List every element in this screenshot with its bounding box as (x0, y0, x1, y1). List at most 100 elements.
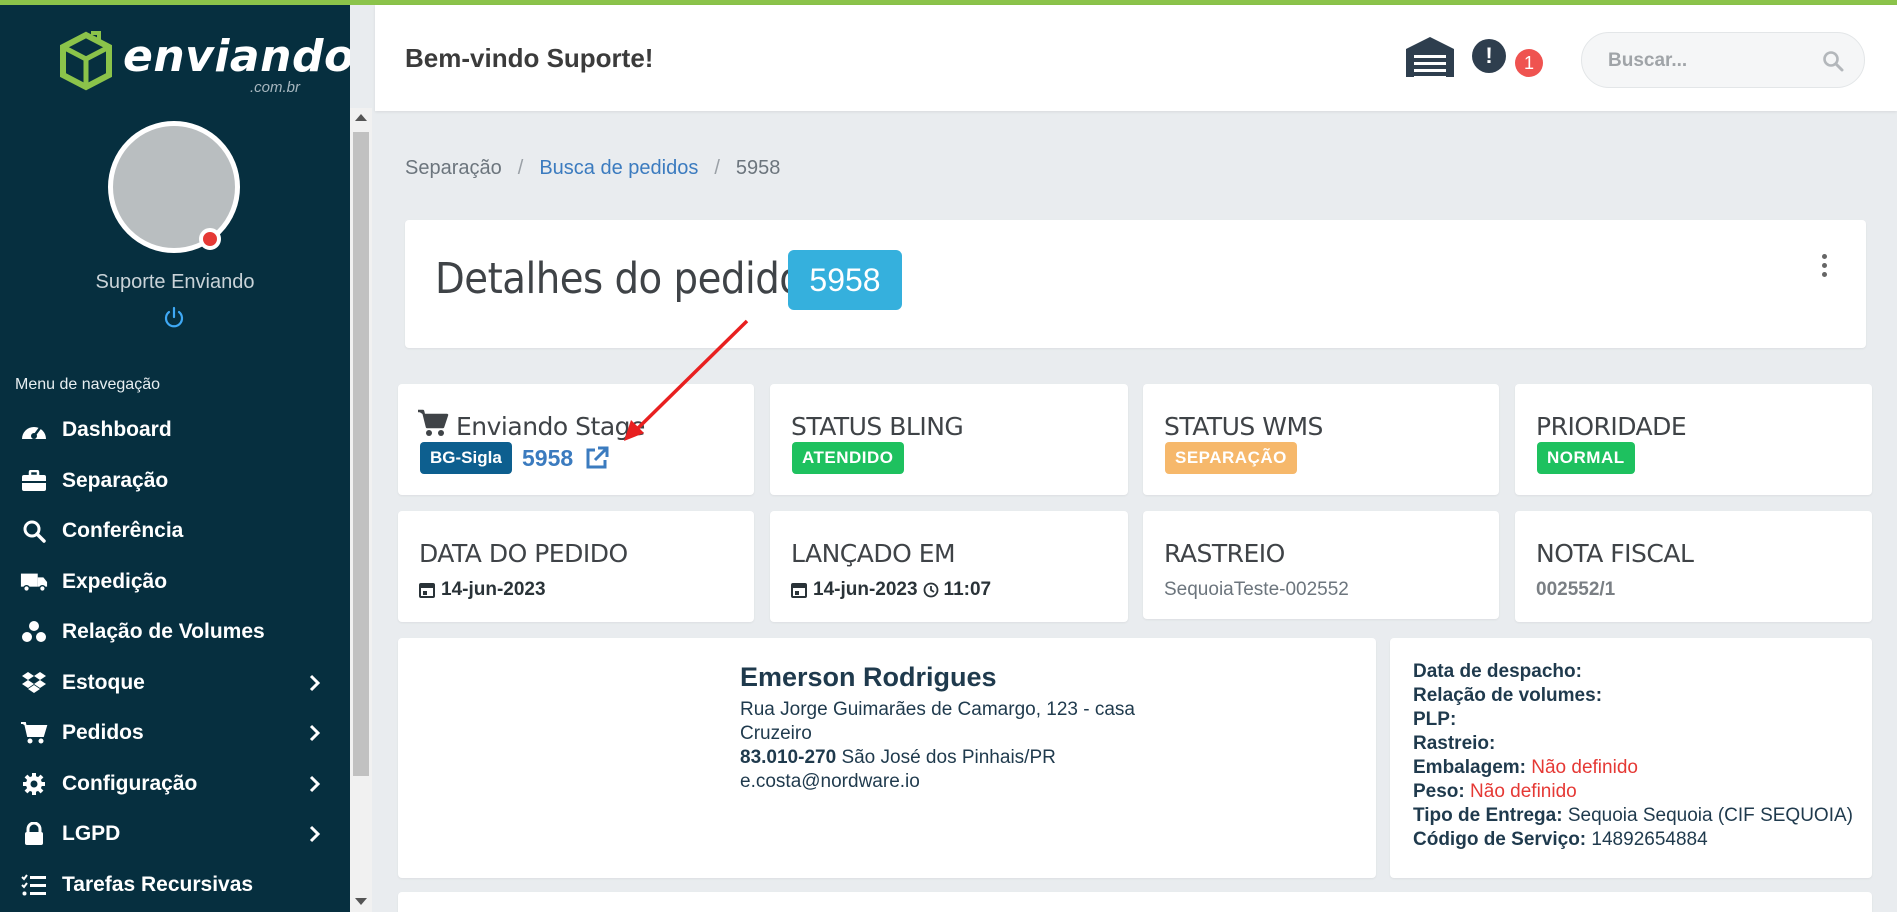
prioridade-badge: NORMAL (1537, 442, 1635, 474)
sidebar-item-label: Dashboard (62, 418, 172, 442)
customer-address-card: Emerson Rodrigues Rua Jorge Guimarães de… (398, 638, 1376, 878)
store-sigla-badge: BG-Sigla (420, 442, 512, 474)
sidebar-item-lgpd[interactable]: LGPD (0, 809, 350, 860)
notification-badge[interactable]: 1 (1515, 49, 1543, 77)
sidebar-item-estoque[interactable]: Estoque (0, 658, 350, 709)
power-icon[interactable] (162, 306, 186, 330)
prioridade-label: PRIORIDADE (1536, 412, 1687, 441)
sidebar-item-pedidos[interactable]: Pedidos (0, 708, 350, 759)
sidebar-item-tarefas-recursivas[interactable]: Tarefas Recursivas (0, 860, 350, 911)
lancado-em-time: 11:07 (943, 579, 992, 600)
sidebar-item-label: Configuração (62, 771, 198, 795)
external-link-icon[interactable] (584, 445, 610, 471)
sidebar-item-label: Separação (62, 468, 169, 492)
lancado-em-label: LANÇADO EM (791, 539, 956, 568)
store-order-link[interactable]: 5958 (522, 442, 573, 474)
next-section-card (398, 892, 1872, 912)
brand-name: enviando (123, 31, 350, 82)
sidebar-item-conferencia[interactable]: Conferência (0, 506, 350, 557)
scroll-up-arrow-icon[interactable] (355, 114, 367, 121)
customer-email: e.costa@nordware.io (740, 771, 920, 792)
status-bling-label: STATUS BLING (791, 412, 964, 441)
nota-fiscal-label: NOTA FISCAL (1536, 539, 1694, 568)
embalagem-value: Não definido (1531, 757, 1638, 778)
warehouse-icon[interactable] (1404, 35, 1456, 79)
rastreio-card: RASTREIO SequoiaTeste-002552 (1143, 511, 1499, 619)
lock-icon (25, 822, 43, 846)
alert-icon[interactable]: ! (1472, 39, 1506, 73)
status-wms-label: STATUS WMS (1164, 412, 1323, 441)
scroll-thumb[interactable] (353, 132, 369, 776)
scroll-down-arrow-icon[interactable] (355, 898, 367, 905)
chevron-right-icon (309, 775, 321, 792)
logo-box-icon (60, 31, 112, 91)
search-input[interactable] (1608, 47, 1808, 75)
sidebar-scrollbar[interactable] (350, 108, 372, 912)
sidebar-item-configuracao[interactable]: Configuração (0, 759, 350, 810)
calendar-icon (791, 583, 807, 598)
list-check-icon (21, 874, 46, 896)
dropbox-icon (22, 671, 46, 693)
sidebar-item-label: Expedição (62, 569, 168, 593)
breadcrumb-item-current: 5958 (735, 157, 781, 179)
breadcrumb-separator: / (517, 157, 524, 179)
sidebar: enviando .com.br Suporte Enviando Menu d… (0, 5, 350, 912)
sidebar-item-separacao[interactable]: Separação (0, 456, 350, 507)
sidebar-item-label: Tarefas Recursivas (62, 872, 254, 896)
embalagem-label: Embalagem: (1413, 757, 1526, 778)
status-bling-card: STATUS BLING ATENDIDO (770, 384, 1128, 495)
store-label: Enviando Stage (456, 412, 645, 441)
customer-address: Emerson Rodrigues Rua Jorge Guimarães de… (740, 662, 1135, 794)
chevron-right-icon (309, 825, 321, 843)
customer-street: Rua Jorge Guimarães de Camargo, 123 - ca… (740, 699, 1135, 720)
customer-name: Emerson Rodrigues (740, 662, 997, 692)
sidebar-item-label: LGPD (62, 822, 121, 846)
rastreio-ship-label: Rastreio: (1413, 733, 1496, 754)
sidebar-item-relacao-volumes[interactable]: Relação de Volumes (0, 607, 350, 658)
peso-label: Peso: (1413, 781, 1465, 802)
calendar-icon (419, 583, 435, 598)
sidebar-item-expedicao[interactable]: Expedição (0, 557, 350, 608)
avatar[interactable] (108, 121, 240, 253)
gauge-icon (22, 427, 46, 440)
despacho-label: Data de despacho: (1413, 661, 1582, 682)
nav-menu: Dashboard Separação Conferência Expediçã… (0, 405, 350, 910)
status-wms-badge: SEPARAÇÃO (1165, 442, 1297, 474)
sidebar-item-label: Relação de Volumes (62, 620, 265, 644)
codigo-servico-label: Código de Serviço: (1413, 829, 1587, 850)
cart-icon (21, 722, 48, 744)
lancado-em-date: 14-jun-2023 (813, 579, 918, 600)
codigo-servico-value: 14892654884 (1591, 829, 1708, 850)
more-options-icon[interactable] (1819, 254, 1829, 282)
top-header: Bem-vindo Suporte! ! 1 (375, 5, 1897, 111)
user-name: Suporte Enviando (95, 271, 255, 293)
status-bling-badge: ATENDIDO (792, 442, 904, 474)
tipo-entrega-label: Tipo de Entrega: (1413, 805, 1563, 826)
store-card: Enviando Stage BG-Sigla 5958 (398, 384, 754, 495)
order-title-card: Detalhes do pedido 5958 (405, 220, 1866, 348)
chevron-right-icon (309, 674, 321, 691)
gear-icon (23, 772, 45, 795)
status-wms-card: STATUS WMS SEPARAÇÃO (1143, 384, 1499, 495)
data-pedido-card: DATA DO PEDIDO 14-jun-2023 (398, 511, 754, 622)
sidebar-item-label: Estoque (62, 670, 145, 694)
nota-fiscal-value: 002552/1 (1536, 579, 1616, 600)
customer-city: São José dos Pinhais/PR (841, 747, 1056, 768)
breadcrumb: Separação / Busca de pedidos / 5958 (405, 157, 780, 180)
sidebar-item-dashboard[interactable]: Dashboard (0, 405, 350, 456)
shipping-info-card: Data de despacho: Relação de volumes: PL… (1390, 638, 1872, 878)
prioridade-card: PRIORIDADE NORMAL (1515, 384, 1872, 495)
tipo-entrega-value: Sequoia Sequoia (CIF SEQUOIA) (1567, 805, 1853, 826)
search-icon[interactable] (1822, 50, 1844, 72)
lancado-em-value: 14-jun-2023 11:07 (791, 579, 991, 601)
customer-zip-city: 83.010-270 São José dos Pinhais/PR (740, 746, 1135, 770)
brand-logo[interactable]: enviando .com.br (55, 27, 350, 99)
boxes-icon (22, 621, 46, 643)
status-dot (199, 228, 221, 250)
cart-icon (418, 409, 449, 436)
nav-title: Menu de navegação (15, 376, 160, 393)
breadcrumb-item-busca-pedidos[interactable]: Busca de pedidos (539, 157, 698, 180)
data-pedido-value: 14-jun-2023 (419, 579, 546, 601)
breadcrumb-item-separacao[interactable]: Separação (405, 157, 502, 180)
brand-sub: .com.br (250, 79, 301, 96)
